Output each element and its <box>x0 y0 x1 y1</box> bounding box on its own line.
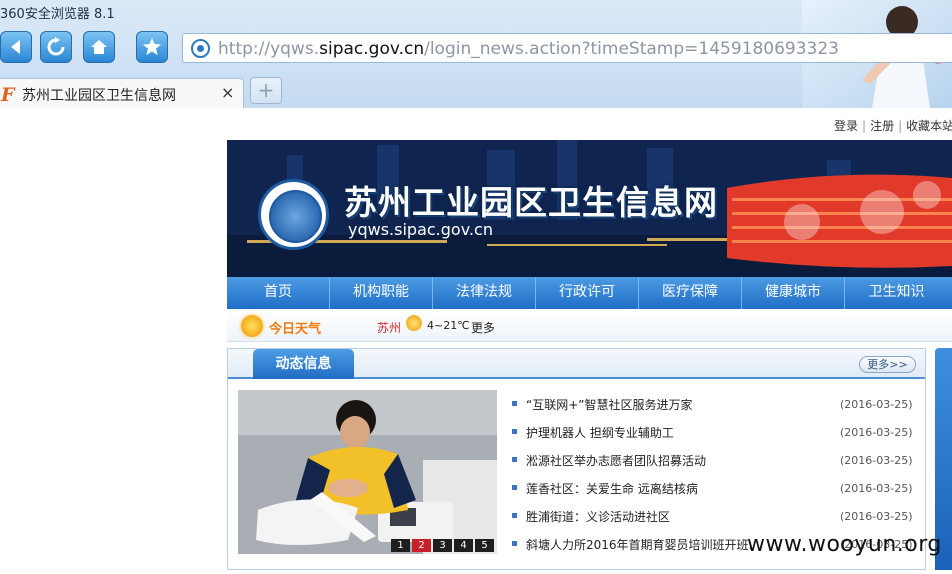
news-header: 动态信息 更多>> <box>228 349 925 379</box>
slide-page-3[interactable]: 3 <box>433 539 452 552</box>
bullet-icon <box>512 485 517 490</box>
site-domain: yqws.sipac.gov.cn <box>348 220 493 239</box>
news-item-title[interactable]: 莲香社区：关爱生命 远离结核病 <box>526 480 753 497</box>
favorites-button[interactable] <box>136 31 168 63</box>
bullet-icon <box>512 401 517 406</box>
bookmark-site-link[interactable]: 收藏本站 <box>906 119 952 133</box>
news-slideshow[interactable]: 1 2 3 4 5 <box>238 390 497 554</box>
news-item[interactable]: “互联网+”智慧社区服务进万家 (2016-03-25) <box>512 391 913 419</box>
favicon-icon: F <box>1 84 15 106</box>
site-emblem-logo <box>258 179 329 250</box>
nav-medical-insurance[interactable]: 医疗保障 <box>639 277 742 309</box>
slideshow-image <box>238 390 497 554</box>
new-tab-button[interactable]: + <box>250 77 282 104</box>
top-links: 登录 | 注册 | 收藏本站 <box>834 117 952 134</box>
slideshow-pager: 1 2 3 4 5 <box>391 539 494 552</box>
news-item-date: (2016-03-25) <box>840 454 913 467</box>
slide-page-1[interactable]: 1 <box>391 539 410 552</box>
main-nav: 首页 机构职能 法律法规 行政许可 医疗保障 健康城市 卫生知识 <box>227 277 952 309</box>
refresh-icon <box>47 37 65 56</box>
news-item-date: (2016-03-25) <box>840 510 913 523</box>
bullet-icon <box>512 457 517 462</box>
tab-close-button[interactable]: × <box>221 83 234 102</box>
site-globe-icon <box>191 39 210 58</box>
site-name: 苏州工业园区卫生信息网 <box>344 183 718 222</box>
news-item-date: (2016-03-25) <box>840 426 913 439</box>
home-icon <box>91 40 107 54</box>
browser-chrome: 360安全浏览器 8.1 http://yqws.sipac.gov.cn/lo… <box>0 0 952 108</box>
refresh-button[interactable] <box>40 31 72 63</box>
tab-title: 苏州工业园区卫生信息网 <box>22 88 176 104</box>
login-link[interactable]: 登录 <box>834 119 858 133</box>
sun-icon <box>241 315 263 337</box>
nav-health-knowledge[interactable]: 卫生知识 <box>845 277 948 309</box>
news-item-title[interactable]: 胜浦街道：义诊活动进社区 <box>526 508 753 525</box>
star-icon <box>143 38 161 55</box>
nav-institution-functions[interactable]: 机构职能 <box>330 277 433 309</box>
news-more-button[interactable]: 更多>> <box>859 356 916 373</box>
back-button[interactable] <box>0 31 32 63</box>
browser-tab[interactable]: F 苏州工业园区卫生信息网 × <box>0 78 244 108</box>
register-link[interactable]: 注册 <box>870 119 894 133</box>
news-item[interactable]: 淞源社区举办志愿者团队招募活动 (2016-03-25) <box>512 447 913 475</box>
window-title: 360安全浏览器 8.1 <box>0 7 115 22</box>
weather-city[interactable]: 苏州 <box>377 319 401 336</box>
news-item-title[interactable]: 淞源社区举办志愿者团队招募活动 <box>526 452 753 469</box>
watermark: www.wooyun.org <box>747 532 942 557</box>
nav-administrative-license[interactable]: 行政许可 <box>536 277 639 309</box>
news-item[interactable]: 护理机器人 担纲专业辅助工 (2016-03-25) <box>512 419 913 447</box>
slide-page-4[interactable]: 4 <box>454 539 473 552</box>
bullet-icon <box>512 429 517 434</box>
news-item-date: (2016-03-25) <box>840 398 913 411</box>
news-item[interactable]: 莲香社区：关爱生命 远离结核病 (2016-03-25) <box>512 475 913 503</box>
nav-healthy-city[interactable]: 健康城市 <box>742 277 845 309</box>
bullet-icon <box>512 541 517 546</box>
bullet-icon <box>512 513 517 518</box>
nav-home[interactable]: 首页 <box>227 277 330 309</box>
weather-more-link[interactable]: 更多 <box>471 319 495 336</box>
address-url[interactable]: http://yqws.sipac.gov.cn/login_news.acti… <box>218 39 839 59</box>
news-title: 动态信息 <box>253 349 354 379</box>
news-item-title[interactable]: “互联网+”智慧社区服务进万家 <box>526 396 753 413</box>
slide-page-5[interactable]: 5 <box>475 539 494 552</box>
address-domain: sipac.gov.cn <box>319 39 425 59</box>
sunny-weather-icon <box>406 315 422 331</box>
weather-label: 今日天气 <box>269 322 322 337</box>
address-bar[interactable]: http://yqws.sipac.gov.cn/login_news.acti… <box>182 33 952 63</box>
home-button[interactable] <box>83 31 115 63</box>
news-item-title[interactable]: 斜塘人力所2016年首期育婴员培训班开班…… <box>526 536 753 553</box>
nav-laws-regulations[interactable]: 法律法规 <box>433 277 536 309</box>
weather-temperature: 4~21℃ <box>427 319 470 332</box>
site-banner: 苏州工业园区卫生信息网 yqws.sipac.gov.cn <box>227 140 952 277</box>
news-item-date: (2016-03-25) <box>840 482 913 495</box>
news-item-title[interactable]: 护理机器人 担纲专业辅助工 <box>526 424 753 441</box>
weather-bar: 今日天气 苏州 4~21℃ 更多 <box>227 310 952 342</box>
news-item[interactable]: 胜浦街道：义诊活动进社区 (2016-03-25) <box>512 503 913 531</box>
back-arrow-icon <box>11 40 20 54</box>
slide-page-2[interactable]: 2 <box>412 539 431 552</box>
